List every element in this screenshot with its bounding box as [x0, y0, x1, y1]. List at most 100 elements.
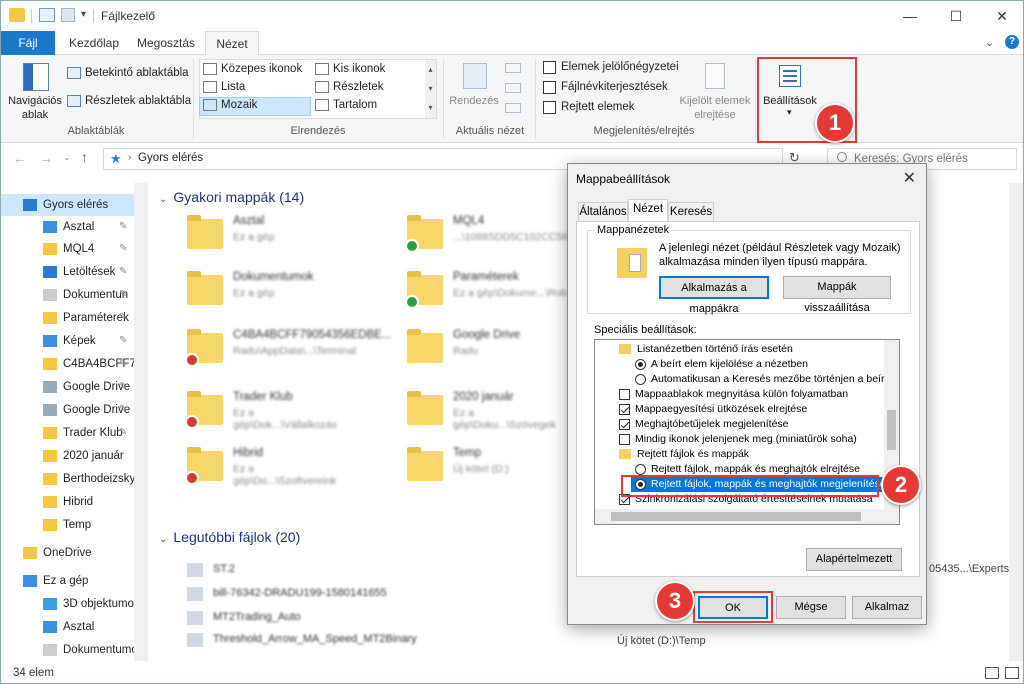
maximize-button[interactable]: ☐ — [933, 1, 979, 31]
checkbox[interactable] — [619, 419, 630, 430]
sidebar-item[interactable]: 2020 január — [1, 445, 149, 467]
tree-horizontal-scrollbar[interactable] — [595, 509, 899, 524]
up-icon[interactable]: ↑ — [81, 149, 88, 165]
folder-tile[interactable]: Google Drive Radu — [371, 327, 571, 377]
sidebar-item[interactable]: Ez a gép — [1, 570, 149, 592]
minimize-button[interactable]: — — [887, 1, 933, 31]
tree-row[interactable]: Listanézetben történő írás esetén — [595, 342, 885, 357]
size-columns-icon[interactable] — [505, 103, 521, 113]
radio-off[interactable] — [635, 374, 646, 385]
sidebar-item[interactable]: Paraméterek ✎ — [1, 307, 149, 329]
layout-content[interactable]: Tartalom — [315, 99, 377, 111]
recent-file[interactable]: ST.2 — [213, 563, 235, 575]
large-icons-view-icon[interactable] — [1005, 667, 1019, 679]
tree-row[interactable]: Mindig ikonok jelenjenek meg (miniatűrök… — [595, 432, 885, 447]
group-by-icon[interactable] — [505, 63, 521, 73]
sort-button[interactable]: Rendezés — [449, 59, 499, 119]
radio-on[interactable] — [635, 359, 646, 370]
layout-tiles[interactable]: Mozaik — [203, 99, 257, 111]
dialog-close-button[interactable]: ✕ — [903, 168, 916, 188]
checkbox[interactable] — [619, 434, 630, 445]
layout-details[interactable]: Részletek — [315, 81, 384, 93]
folder-tile[interactable]: 2020 január Ez a gép\Doku...\Szövegek — [371, 389, 571, 439]
tab-search[interactable]: Keresés — [668, 202, 714, 222]
tab-home[interactable]: Kezdőlap — [59, 31, 129, 55]
folder-tile[interactable]: MQL4 ...\1088SDD5C102CC5825... — [371, 213, 588, 263]
tree-row[interactable]: Mappaegyesítési ütközések elrejtése — [595, 402, 885, 417]
sidebar-item[interactable]: Dokumentumok — [1, 639, 149, 661]
frequent-folders-header[interactable]: ⌄ Gyakori mappák (14) — [159, 189, 304, 205]
sidebar-item[interactable]: 3D objektumok — [1, 593, 149, 615]
sidebar-item[interactable]: Hibrid — [1, 491, 149, 513]
sidebar-item[interactable]: Asztal — [1, 616, 149, 638]
sidebar-item[interactable]: Trader Klub ✎ — [1, 422, 149, 444]
nav-scrollbar[interactable] — [134, 183, 148, 661]
chevron-down-icon[interactable]: ⌄ — [985, 36, 994, 49]
gallery-scroll[interactable]: ▴ ▾ ▾ — [425, 60, 436, 118]
folder-tile[interactable]: Trader Klub Ez a gép\Dok...\Vállalkozás — [151, 389, 351, 439]
tab-general[interactable]: Általános — [578, 202, 628, 222]
recent-file[interactable]: Threshold_Arrow_MA_Speed_MT2Binary — [213, 633, 417, 645]
new-folder-icon[interactable] — [61, 8, 75, 22]
recent-locations-icon[interactable]: ⌄ — [63, 152, 71, 163]
quick-access-dropdown-icon[interactable]: ▾ — [81, 9, 86, 20]
recent-files-header[interactable]: ⌄ Legutóbbi fájlok (20) — [159, 529, 300, 545]
folder-tile[interactable]: Hibrid Ez a gép\Do...\Szoftvereink — [151, 445, 351, 495]
radio-off[interactable] — [635, 464, 646, 475]
apply-button[interactable]: Alkalmaz — [852, 596, 922, 619]
reset-folders-button[interactable]: Mappák visszaállítása — [783, 276, 891, 314]
sidebar-item[interactable]: Gyors elérés — [1, 194, 149, 216]
layout-list[interactable]: Lista — [203, 81, 245, 93]
sidebar-item-label: Képek — [63, 335, 96, 347]
layout-medium-icons[interactable]: Közepes ikonok — [203, 63, 302, 75]
details-pane-button[interactable]: Részletek ablaktábla — [67, 95, 191, 107]
navigation-pane-button[interactable]: Navigációs ablak — [7, 59, 63, 121]
content-scrollbar[interactable] — [1009, 183, 1023, 661]
sidebar-item[interactable]: Berthodeizsky-G — [1, 468, 149, 490]
recent-file[interactable]: MT2Trading_Auto — [213, 611, 301, 623]
apply-to-folders-button[interactable]: Alkalmazás a mappákra — [659, 276, 769, 315]
tree-row[interactable]: Mappaablakok megnyitása külön folyamatba… — [595, 387, 885, 402]
tab-file[interactable]: Fájl — [1, 31, 55, 55]
tab-share[interactable]: Megosztás — [131, 31, 201, 55]
folder-tile[interactable]: Temp Új kötet (D:) — [371, 445, 571, 495]
back-icon[interactable]: ← — [13, 150, 27, 166]
sidebar-item[interactable]: Képek ✎ — [1, 330, 149, 352]
folder-tile[interactable]: Dokumentumok Ez a gép — [151, 269, 351, 319]
sidebar-item[interactable]: Dokumentun ✎ — [1, 284, 149, 306]
add-columns-icon[interactable] — [505, 83, 521, 93]
tab-view[interactable]: Nézet — [205, 31, 259, 56]
file-extensions-checkbox[interactable] — [543, 81, 556, 94]
folder-tile[interactable]: Paraméterek Ez a gép\Dokume...\Rob — [371, 269, 571, 319]
sidebar-item[interactable]: Letöltések ✎ — [1, 261, 149, 283]
sidebar-item[interactable]: Google Drive ✎ — [1, 399, 149, 421]
sidebar-item[interactable]: Asztal ✎ — [1, 216, 149, 238]
sidebar-item[interactable]: Temp — [1, 514, 149, 536]
layout-small-icons[interactable]: Kis ikonok — [315, 63, 385, 75]
properties-icon[interactable] — [39, 8, 55, 22]
tree-row[interactable]: Rejtett fájlok és mappák — [595, 447, 885, 462]
close-button[interactable]: ✕ — [979, 1, 1023, 31]
hide-selected-button[interactable]: Kijelölt elemek elrejtése — [677, 59, 753, 121]
tab-view-dialog[interactable]: Nézet — [628, 199, 668, 222]
recent-file[interactable]: bill-76342-DRADU199-1580141655 — [213, 587, 387, 599]
tree-row[interactable]: A beírt elem kijelölése a nézetben — [595, 357, 885, 372]
sidebar-item[interactable]: Google Drive ✎ — [1, 376, 149, 398]
sidebar-item[interactable]: C4BA4BCFF79 ✎ — [1, 353, 149, 375]
checkbox[interactable] — [619, 404, 630, 415]
sidebar-item[interactable]: MQL4 ✎ — [1, 238, 149, 260]
item-checkboxes-checkbox[interactable] — [543, 61, 556, 74]
forward-icon[interactable]: → — [39, 150, 53, 166]
preview-pane-button[interactable]: Betekintő ablaktábla — [67, 67, 189, 79]
details-view-icon[interactable] — [985, 667, 999, 679]
folder-tile[interactable]: Asztal Ez a gép — [151, 213, 351, 263]
sidebar-item[interactable]: OneDrive — [1, 542, 149, 564]
cancel-button[interactable]: Mégse — [776, 596, 846, 619]
tree-row[interactable]: Automatikusan a Keresés mezőbe történjen… — [595, 372, 896, 387]
help-icon[interactable]: ? — [1005, 35, 1019, 49]
folder-tile[interactable]: C4BA4BCFF79054356EDBE... Radu\AppData\...… — [151, 327, 392, 377]
hidden-items-checkbox[interactable] — [543, 101, 556, 114]
checkbox[interactable] — [619, 389, 630, 400]
tree-row[interactable]: Meghajtóbetűjelek megjelenítése — [595, 417, 885, 432]
restore-defaults-button[interactable]: Alapértelmezett — [806, 548, 902, 571]
